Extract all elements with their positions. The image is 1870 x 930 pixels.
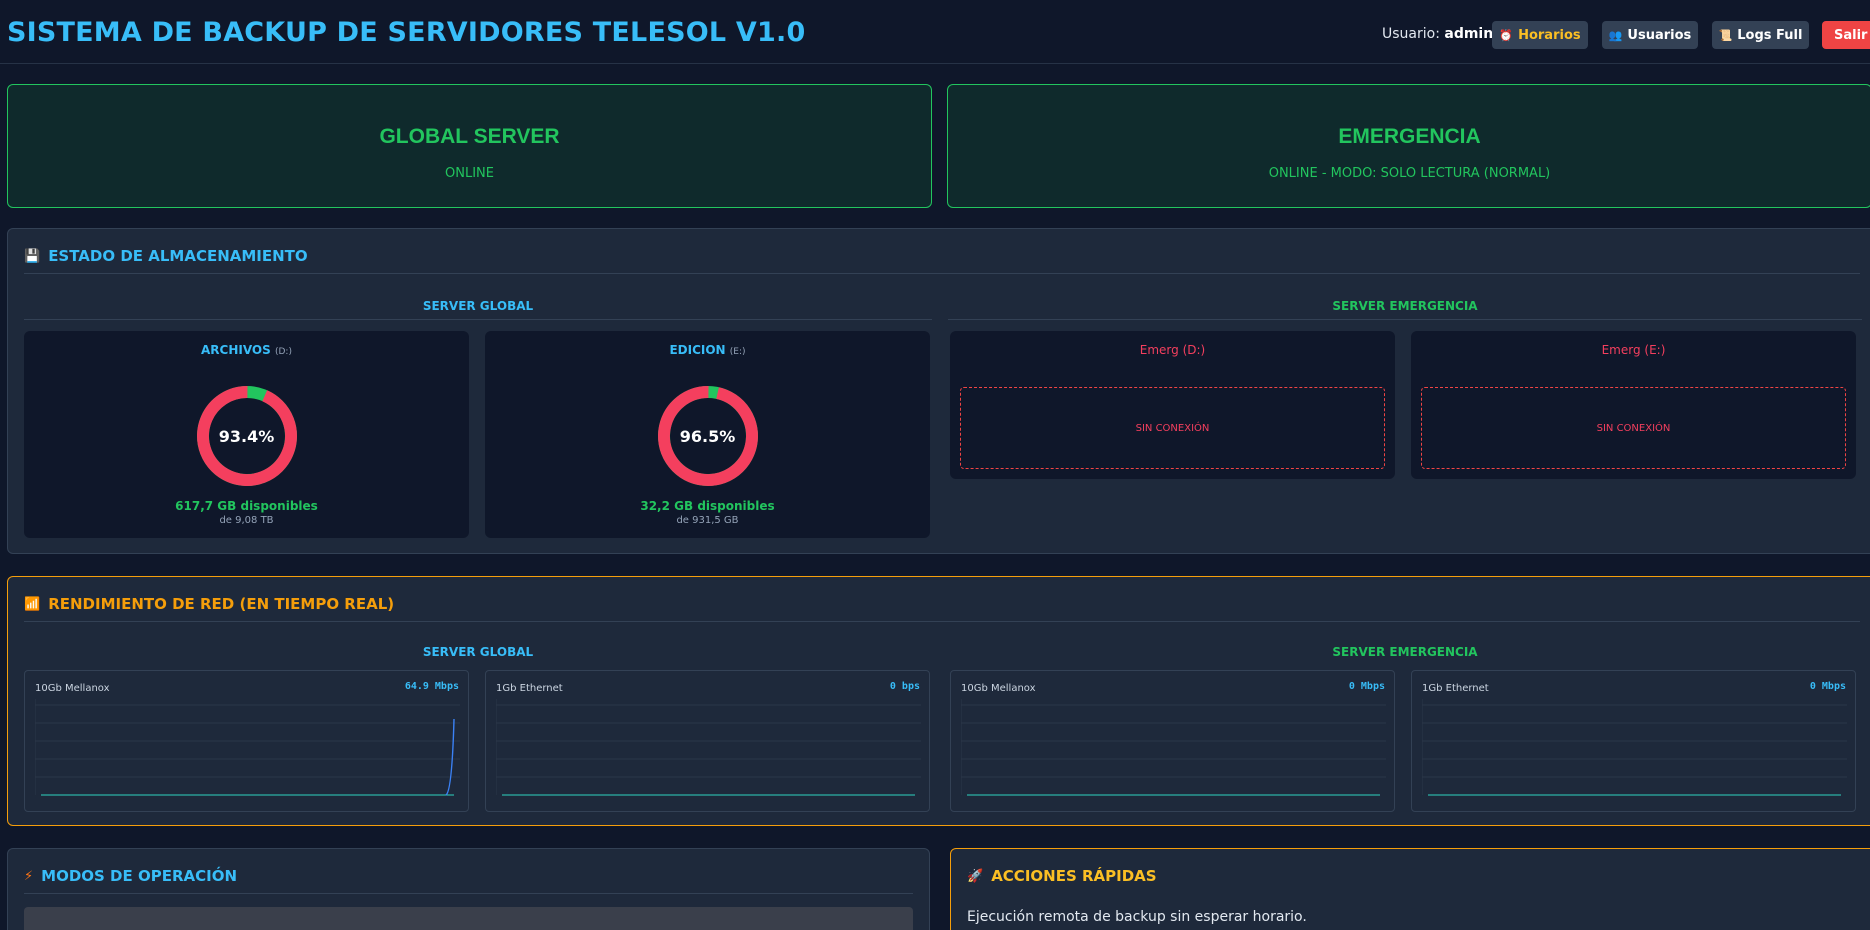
acciones-section: 🚀 ACCIONES RÁPIDAS Ejecución remota de b…	[950, 848, 1870, 930]
disk-card-archivos: ARCHIVOS (D:) 93.4% 617,7 GB disponibles…	[24, 331, 469, 538]
disk-drive: (D:)	[274, 347, 292, 357]
horarios-button[interactable]: ⏰ Horarios	[1492, 21, 1588, 49]
disk-name: Emerg (D:)	[1139, 343, 1206, 357]
disk-drive: (E:)	[729, 347, 746, 357]
network-section-title: 📶 RENDIMIENTO DE RED (EN TIEMPO REAL)	[24, 595, 1860, 622]
nic-name: 10Gb Mellanox	[961, 683, 1036, 694]
acciones-description: Ejecución remota de backup sin esperar h…	[967, 909, 1307, 925]
global-server-name: GLOBAL SERVER	[379, 125, 560, 148]
available-space: 617,7 GB disponibles	[175, 499, 318, 513]
page-title: SISTEMA DE BACKUP DE SERVIDORES TELESOL …	[7, 17, 806, 48]
traffic-line	[445, 718, 455, 796]
nic-name: 1Gb Ethernet	[496, 683, 563, 694]
storage-section-title: 💾 ESTADO DE ALMACENAMIENTO	[24, 247, 1860, 274]
salir-label: Salir	[1834, 27, 1868, 43]
storage-emerg-heading: SERVER EMERGENCIA	[948, 299, 1862, 320]
alarm-clock-icon: ⏰	[1499, 28, 1514, 42]
mode-option[interactable]	[24, 907, 913, 930]
users-icon: 👥	[1608, 28, 1623, 42]
nic-name: 1Gb Ethernet	[1422, 683, 1489, 694]
modos-section-title: ⚡ MODOS DE OPERACIÓN	[24, 867, 913, 894]
disk-card-edicion: EDICION (E:) 96.5% 32,2 GB disponibles d…	[485, 331, 930, 538]
no-connection-box: SIN CONEXIÓN	[1421, 387, 1846, 469]
emergency-server-state: ONLINE - MODO: SOLO LECTURA (NORMAL)	[1268, 166, 1551, 181]
storage-global-heading: SERVER GLOBAL	[24, 299, 932, 320]
logs-label: Logs Full	[1737, 27, 1803, 43]
acciones-title-text: ACCIONES RÁPIDAS	[991, 867, 1157, 885]
traffic-sparkline	[35, 699, 460, 796]
disk-card-emerg-e: Emerg (E:) SIN CONEXIÓN	[1411, 331, 1856, 479]
salir-button[interactable]: Salir	[1822, 21, 1870, 49]
bar-chart-icon: 📶	[24, 596, 41, 612]
modos-section: ⚡ MODOS DE OPERACIÓN	[7, 848, 930, 930]
nic-rate: 0 Mbps	[1809, 681, 1846, 692]
net-card-global-1gb: 1Gb Ethernet 0 bps	[485, 670, 930, 812]
nic-name: 10Gb Mellanox	[35, 683, 110, 694]
nic-rate: 0 Mbps	[1348, 681, 1385, 692]
logs-full-button[interactable]: 📜 Logs Full	[1712, 21, 1809, 49]
header-bar: SISTEMA DE BACKUP DE SERVIDORES TELESOL …	[0, 0, 1870, 64]
rocket-icon: 🚀	[967, 868, 984, 884]
available-space: 32,2 GB disponibles	[640, 499, 775, 513]
disk-name: EDICION	[669, 343, 726, 357]
acciones-section-title: 🚀 ACCIONES RÁPIDAS	[967, 867, 1863, 893]
global-server-status-card: GLOBAL SERVER ONLINE	[7, 84, 932, 208]
net-card-emerg-1gb: 1Gb Ethernet 0 Mbps	[1411, 670, 1856, 812]
user-name: admin	[1444, 26, 1494, 42]
nic-rate: 64.9 Mbps	[404, 681, 459, 692]
disk-card-emerg-d: Emerg (D:) SIN CONEXIÓN	[950, 331, 1395, 479]
user-prefix: Usuario:	[1382, 26, 1440, 42]
scroll-icon: 📜	[1718, 28, 1733, 42]
disk-title: EDICION (E:)	[485, 343, 930, 357]
disk-title: ARCHIVOS (D:)	[24, 343, 469, 357]
horarios-label: Horarios	[1518, 27, 1581, 43]
usuarios-label: Usuarios	[1627, 27, 1692, 43]
traffic-sparkline	[1422, 699, 1847, 796]
storage-title-text: ESTADO DE ALMACENAMIENTO	[48, 247, 308, 265]
usage-percent: 96.5%	[679, 427, 736, 446]
network-emerg-heading: SERVER EMERGENCIA	[1332, 645, 1478, 659]
net-card-emerg-10gb: 10Gb Mellanox 0 Mbps	[950, 670, 1395, 812]
modos-title-text: MODOS DE OPERACIÓN	[41, 867, 238, 885]
total-space: de 931,5 GB	[676, 515, 739, 526]
disk-name: ARCHIVOS	[201, 343, 271, 357]
net-card-global-10gb: 10Gb Mellanox 64.9 Mbps	[24, 670, 469, 812]
emergency-server-status-card: EMERGENCIA ONLINE - MODO: SOLO LECTURA (…	[947, 84, 1870, 208]
traffic-sparkline	[961, 699, 1386, 796]
no-connection-box: SIN CONEXIÓN	[960, 387, 1385, 469]
storage-section: 💾 ESTADO DE ALMACENAMIENTO SERVER GLOBAL…	[7, 228, 1870, 554]
floppy-disk-icon: 💾	[24, 248, 41, 264]
traffic-sparkline	[496, 699, 921, 796]
disk-name: Emerg (E:)	[1601, 343, 1666, 357]
network-title-text: RENDIMIENTO DE RED (EN TIEMPO REAL)	[48, 595, 395, 613]
usage-percent: 93.4%	[218, 427, 275, 446]
lightning-icon: ⚡	[24, 868, 34, 884]
network-section: 📶 RENDIMIENTO DE RED (EN TIEMPO REAL) SE…	[7, 576, 1870, 826]
user-label: Usuario: admin	[1382, 26, 1493, 42]
usuarios-button[interactable]: 👥 Usuarios	[1602, 21, 1698, 49]
network-global-heading: SERVER GLOBAL	[422, 645, 534, 659]
global-server-state: ONLINE	[445, 166, 494, 181]
nic-rate: 0 bps	[889, 681, 920, 692]
emergency-server-name: EMERGENCIA	[1338, 125, 1481, 148]
total-space: de 9,08 TB	[219, 515, 274, 526]
